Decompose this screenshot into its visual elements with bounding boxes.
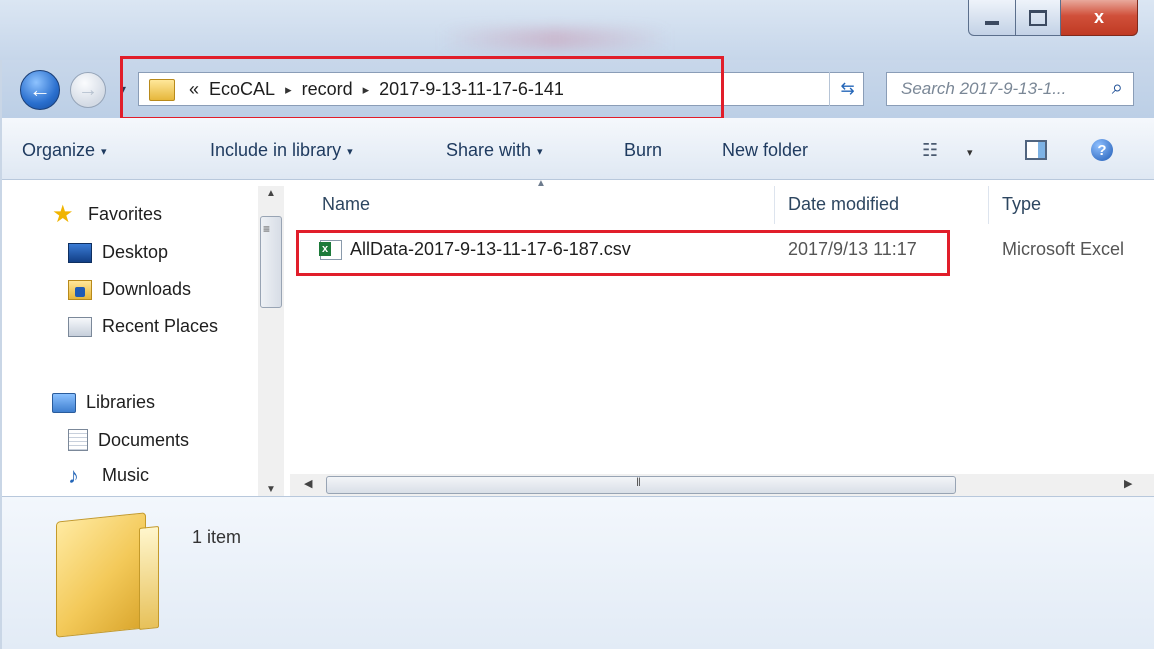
- column-header-type[interactable]: Type: [1002, 194, 1041, 215]
- refresh-icon: ⇆: [840, 79, 855, 98]
- navigation-pane-scrollbar[interactable]: ▲ ≡ ▼: [258, 186, 284, 496]
- column-header-label: Date modified: [788, 194, 900, 214]
- file-list-horizontal-scrollbar[interactable]: ◀ ‖ ▶: [290, 474, 1154, 496]
- column-divider[interactable]: [988, 186, 989, 224]
- minimize-icon: [985, 20, 999, 25]
- scroll-right-icon[interactable]: ▶: [1124, 477, 1132, 490]
- burn-label: Burn: [624, 140, 663, 160]
- folder-icon: [149, 79, 175, 101]
- new-folder-label: New folder: [722, 140, 809, 160]
- nav-item-label: Downloads: [102, 279, 192, 299]
- scroll-grip-icon: ≡: [263, 222, 271, 236]
- chevron-down-icon: ▾: [347, 145, 353, 158]
- column-divider[interactable]: [774, 186, 775, 224]
- scroll-grip-icon: ‖: [636, 475, 641, 489]
- scroll-down-icon[interactable]: ▼: [266, 484, 276, 495]
- back-arrow-icon: ←: [29, 77, 51, 102]
- nav-item-label: Documents: [98, 429, 190, 450]
- include-in-library-label: Include in library: [210, 140, 342, 160]
- recent-places-icon: [68, 316, 92, 337]
- item-count: 1 item: [192, 527, 242, 547]
- include-in-library-button[interactable]: Include in library ▾: [210, 140, 353, 161]
- minimize-button[interactable]: [968, 0, 1016, 36]
- nav-item-label: Favorites: [88, 204, 163, 224]
- search-placeholder: Search 2017-9-13-1...: [901, 79, 1067, 98]
- breadcrumb-separator-icon[interactable]: ▸: [285, 82, 292, 98]
- navigation-pane: ★ Favorites Desktop Downloads Recent Pla…: [0, 180, 290, 496]
- maximize-icon: [1029, 9, 1047, 26]
- refresh-button[interactable]: ⇆: [829, 72, 865, 106]
- recent-pages-dropdown[interactable]: ▾: [120, 82, 126, 96]
- breadcrumb-ecocal[interactable]: EcoCAL: [209, 79, 275, 100]
- breadcrumb-current-folder[interactable]: 2017-9-13-11-17-6-141: [379, 79, 564, 100]
- folder-icon: [56, 512, 146, 638]
- star-icon: ★: [52, 200, 74, 228]
- nav-item-label: Desktop: [102, 242, 169, 262]
- share-with-label: Share with: [446, 140, 532, 160]
- nav-item-music[interactable]: ♪ Music: [68, 462, 150, 488]
- help-icon[interactable]: ?: [1091, 139, 1113, 161]
- scrollbar-thumb[interactable]: [326, 476, 956, 494]
- file-name: AllData-2017-9-13-11-17-6-187.csv: [350, 239, 631, 259]
- nav-item-label: Libraries: [86, 392, 156, 412]
- forward-button[interactable]: →: [70, 72, 106, 108]
- nav-item-documents[interactable]: Documents: [68, 429, 189, 451]
- preview-pane-icon[interactable]: [1025, 140, 1047, 160]
- breadcrumb-separator-icon[interactable]: ▸: [363, 82, 370, 98]
- scroll-up-icon[interactable]: ▲: [266, 188, 276, 199]
- chevron-down-icon[interactable]: ▾: [967, 146, 973, 159]
- column-header-label: Type: [1002, 194, 1042, 214]
- nav-item-desktop[interactable]: Desktop: [68, 242, 168, 263]
- maximize-button[interactable]: [1016, 0, 1061, 36]
- nav-item-label: Recent Places: [102, 316, 219, 336]
- window-left-edge: [0, 60, 2, 649]
- column-header-name[interactable]: Name: [322, 194, 370, 215]
- downloads-icon: [68, 279, 92, 300]
- close-button[interactable]: x: [1061, 0, 1138, 36]
- table-row[interactable]: AllData-2017-9-13-11-17-6-187.csv 2017/9…: [312, 232, 1152, 266]
- command-bar: Organize ▾ Include in library ▾ Share with…: [0, 118, 1154, 180]
- forward-arrow-icon: →: [78, 78, 98, 101]
- search-box[interactable]: Search 2017-9-13-1... ⌕: [886, 72, 1134, 106]
- nav-item-label: Music: [102, 465, 150, 485]
- nav-item-favorites[interactable]: ★ Favorites: [52, 200, 163, 228]
- address-bar[interactable]: « EcoCAL ▸ record ▸ 2017-9-13-11-17-6-14…: [138, 72, 952, 108]
- change-view-icon[interactable]: ☷: [922, 140, 938, 161]
- chevron-down-icon: ▾: [101, 145, 107, 158]
- navigation-row: ← → ▾ « EcoCAL ▸ record ▸ 2017-9-13-11-1…: [0, 60, 1154, 118]
- nav-item-recent-places[interactable]: Recent Places: [68, 316, 218, 337]
- organize-button[interactable]: Organize ▾: [22, 140, 107, 161]
- title-bar: x: [0, 0, 1154, 60]
- nav-item-downloads[interactable]: Downloads: [68, 279, 191, 300]
- file-date-modified: 2017/9/13 11:17: [788, 239, 917, 259]
- nav-item-libraries[interactable]: Libraries: [52, 392, 155, 413]
- organize-label: Organize: [22, 140, 96, 160]
- file-type: Microsoft Excel: [1002, 239, 1125, 259]
- title-blur: [440, 28, 670, 50]
- chevron-down-icon: ▾: [537, 145, 543, 158]
- column-header-label: Name: [322, 194, 371, 214]
- column-header-date-modified[interactable]: Date modified: [788, 194, 899, 215]
- excel-file-icon: [319, 240, 342, 260]
- breadcrumb: « EcoCAL ▸ record ▸ 2017-9-13-11-17-6-14…: [189, 79, 564, 100]
- file-list: Name ▲ Date modified Type AllData-2017-9…: [290, 180, 1154, 496]
- caption-buttons: x: [968, 0, 1138, 36]
- scroll-left-icon[interactable]: ◀: [304, 477, 312, 490]
- close-icon: x: [1093, 7, 1104, 27]
- details-pane: 1 item: [0, 496, 1154, 649]
- music-icon: ♪: [68, 462, 79, 488]
- sort-ascending-icon: ▲: [536, 180, 546, 189]
- breadcrumb-record[interactable]: record: [302, 79, 353, 100]
- documents-icon: [68, 429, 88, 451]
- search-icon[interactable]: ⌕: [1112, 77, 1123, 100]
- breadcrumb-overflow[interactable]: «: [189, 79, 199, 100]
- desktop-icon: [68, 242, 92, 263]
- burn-button[interactable]: Burn: [624, 140, 662, 161]
- new-folder-button[interactable]: New folder: [722, 140, 808, 161]
- share-with-button[interactable]: Share with ▾: [446, 140, 543, 161]
- back-button[interactable]: ←: [20, 70, 60, 110]
- libraries-icon: [52, 392, 76, 413]
